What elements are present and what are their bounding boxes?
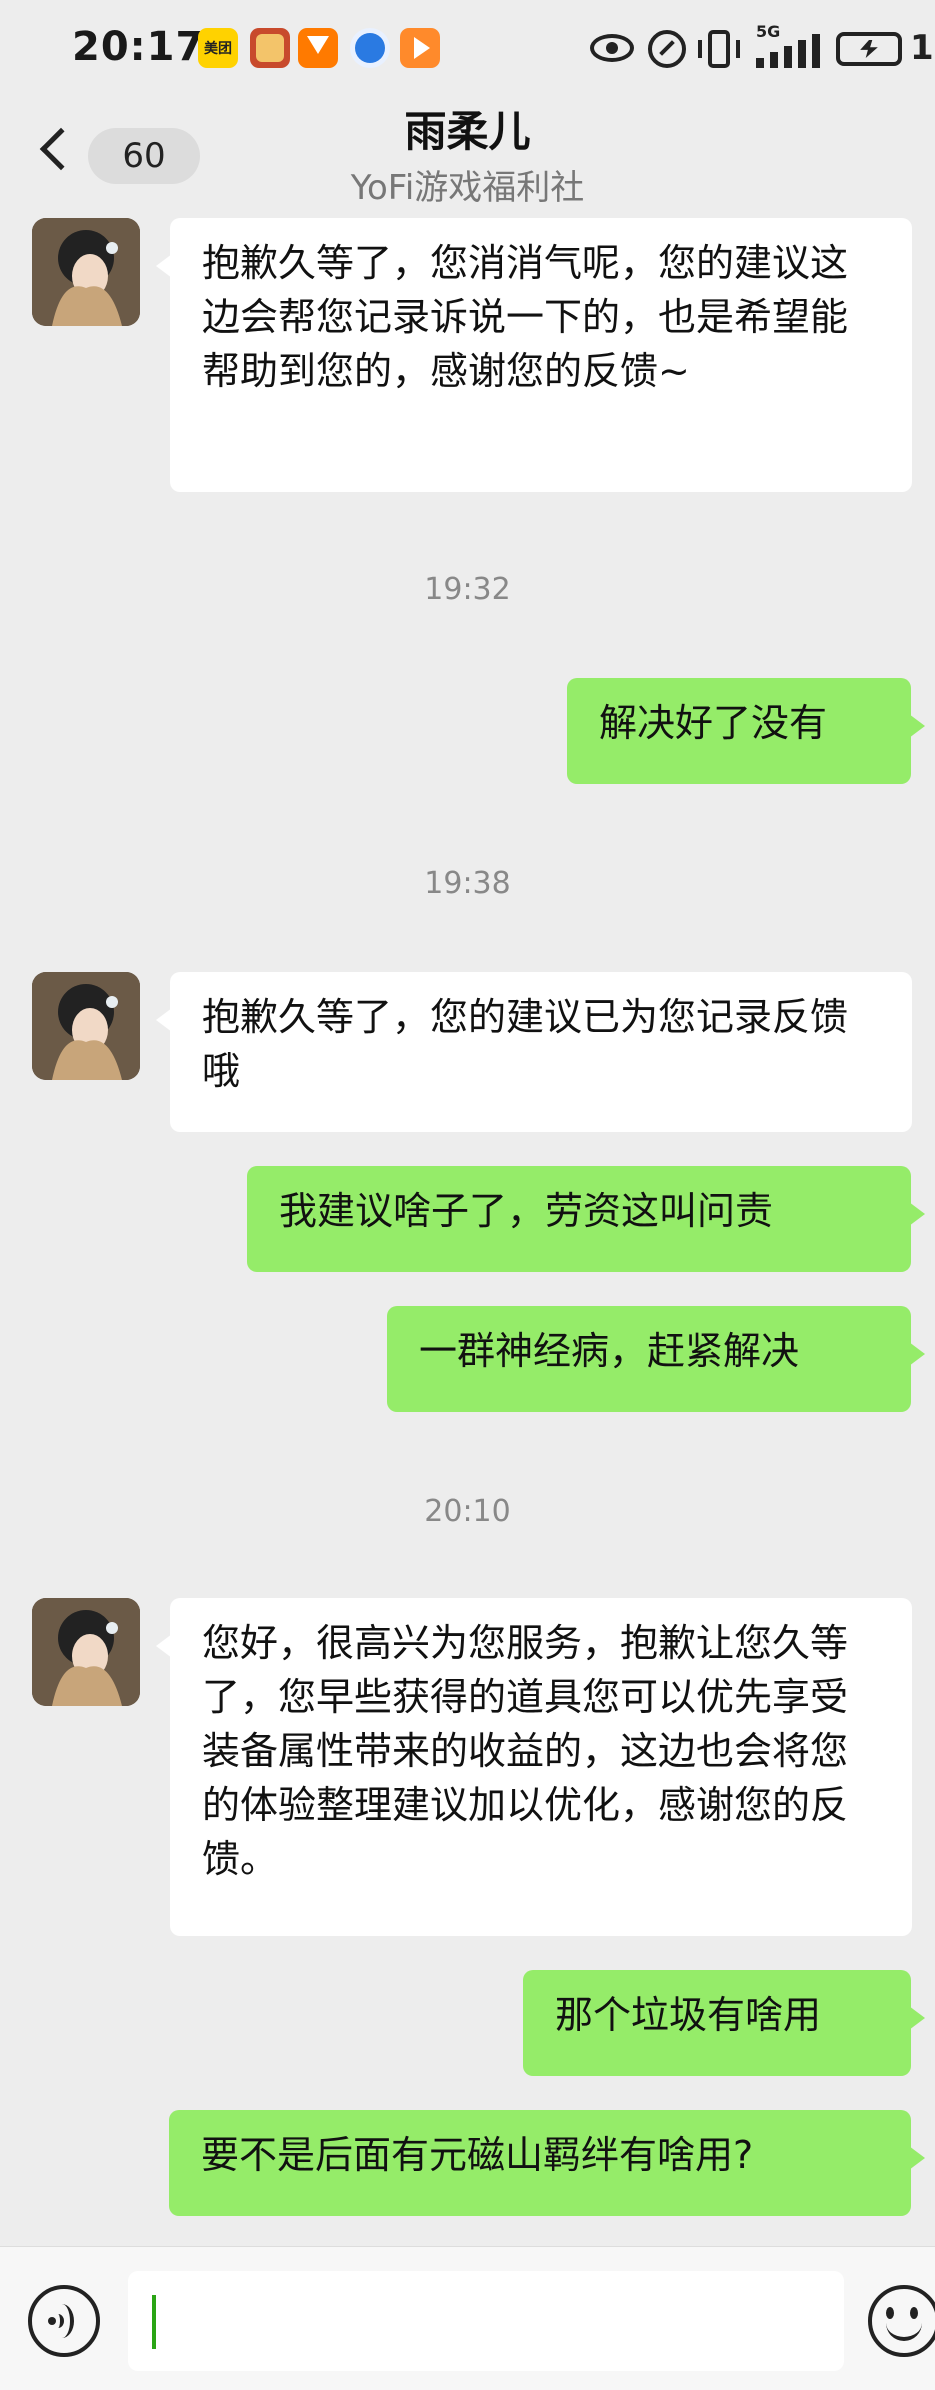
message-bubble-outgoing[interactable]: 解决好了没有	[567, 678, 925, 784]
chat-header: 60 雨柔儿 YoFi游戏福利社	[0, 98, 935, 218]
eye-comfort-icon	[590, 34, 634, 62]
meituan-icon: 美团	[198, 28, 238, 68]
game-icon	[250, 28, 290, 68]
avatar-image	[32, 972, 140, 1080]
video-icon	[400, 28, 440, 68]
battery-level: 1	[910, 28, 934, 68]
voice-wave-large	[50, 2304, 74, 2338]
message-bubble-outgoing[interactable]: 要不是后面有元磁山羁绊有啥用?	[169, 2110, 925, 2216]
status-time: 20:17	[72, 24, 205, 70]
message-timestamp: 19:38	[424, 866, 511, 901]
avatar[interactable]	[32, 218, 140, 326]
message-timestamp: 20:10	[424, 1494, 511, 1529]
vibrate-icon	[698, 30, 740, 68]
input-bar	[0, 2246, 935, 2390]
signal-icon	[756, 34, 820, 68]
avatar[interactable]	[32, 1598, 140, 1706]
chat-title: 雨柔儿	[404, 107, 531, 156]
message-bubble-incoming[interactable]: 抱歉久等了，您消消气呢，您的建议这边会帮您记录诉说一下的，也是希望能帮助到您的，…	[156, 218, 912, 492]
message-bubble-outgoing[interactable]: 我建议啥子了，劳资这叫问责	[247, 1166, 925, 1272]
message-bubble-outgoing[interactable]: 那个垃圾有啥用	[523, 1970, 925, 2076]
message-input[interactable]	[128, 2271, 844, 2371]
voice-input-button[interactable]	[28, 2285, 100, 2357]
chat-subtitle: YoFi游戏福利社	[350, 168, 585, 208]
emoji-button[interactable]	[868, 2285, 935, 2357]
status-bar: 20:17 美团 5G 1	[0, 0, 935, 98]
message-bubble-outgoing[interactable]: 一群神经病，赶紧解决	[387, 1306, 925, 1412]
battery-icon	[836, 32, 902, 66]
avatar-image	[32, 1598, 140, 1706]
chat-screen: 20:17 美团 5G 1 60 雨柔儿 YoFi游戏福利社 抱歉久等了，您消消…	[0, 0, 935, 2390]
browser-icon	[350, 28, 390, 68]
message-bubble-incoming[interactable]: 抱歉久等了，您的建议已为您记录反馈哦	[156, 972, 912, 1132]
avatar-image	[32, 218, 140, 326]
message-bubble-incoming[interactable]: 您好，很高兴为您服务，抱歉让您久等了，您早些获得的道具您可以优先享受装备属性带来…	[156, 1598, 912, 1936]
message-timestamp: 19:32	[424, 572, 511, 607]
alarm-icon	[648, 30, 686, 68]
taobao-icon	[298, 28, 338, 68]
avatar[interactable]	[32, 972, 140, 1080]
text-caret	[152, 2295, 156, 2349]
